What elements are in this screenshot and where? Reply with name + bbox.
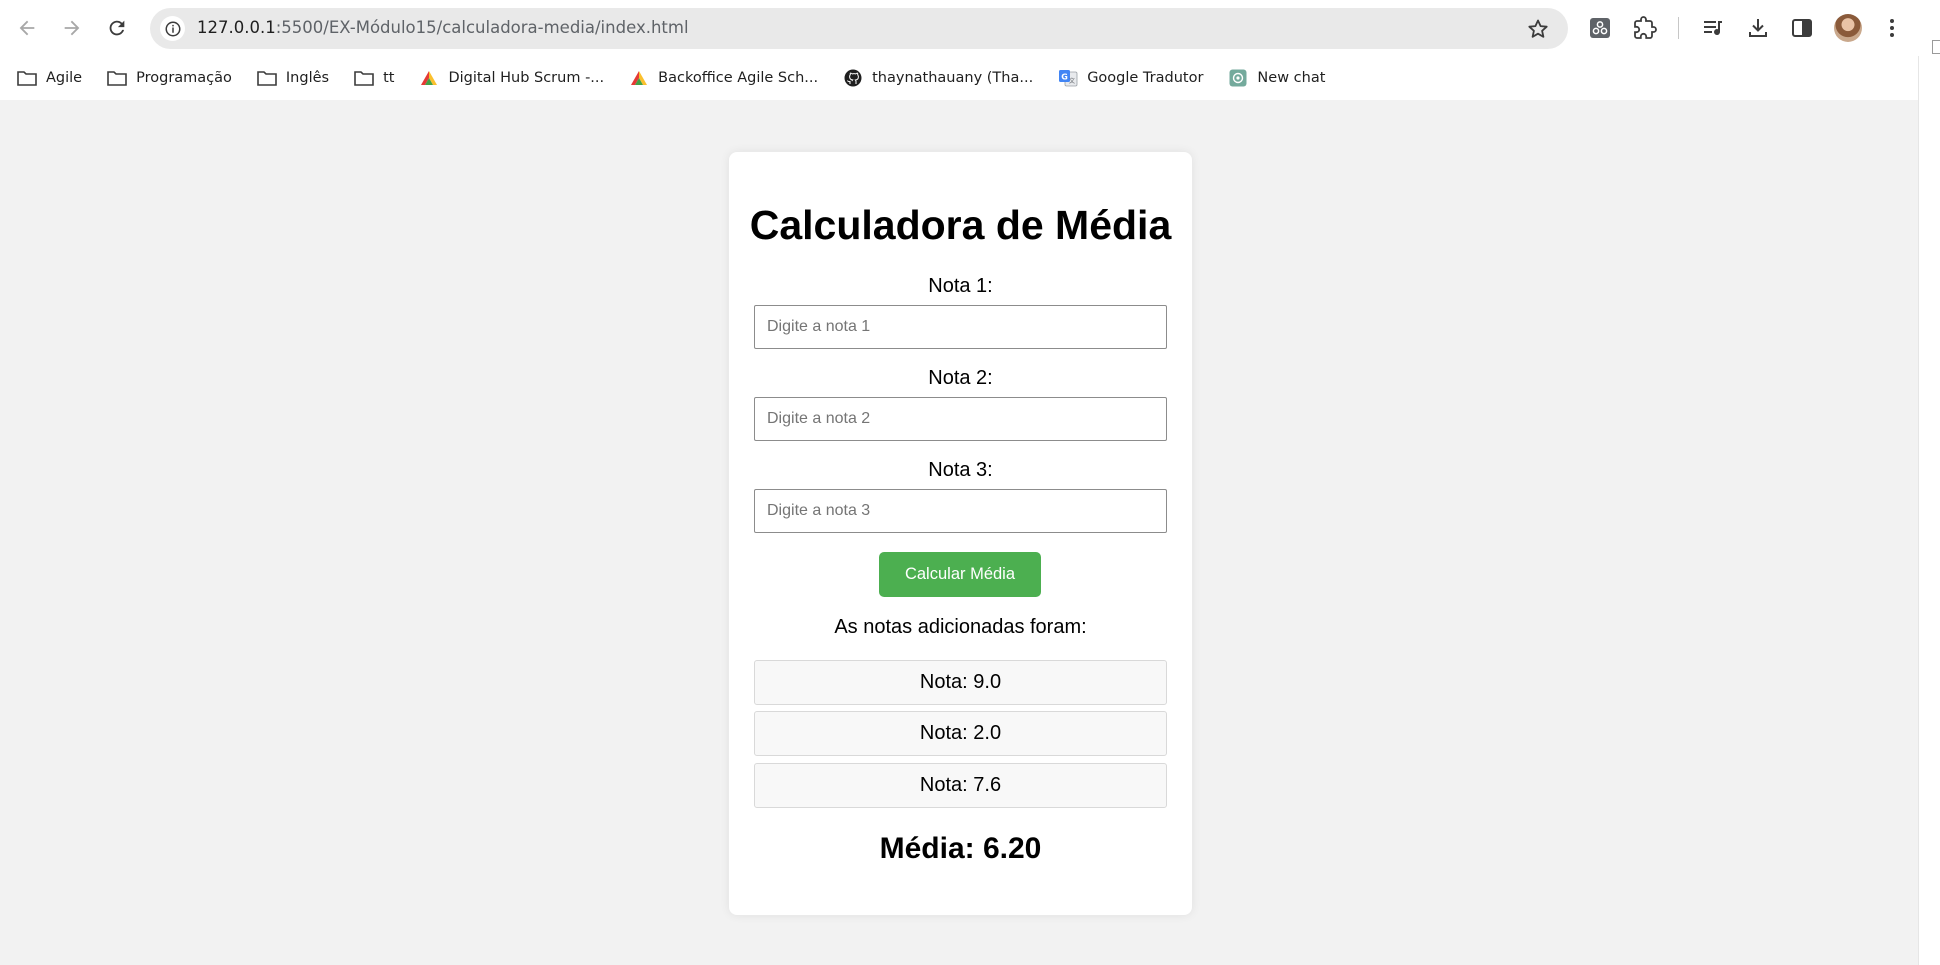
bookmark-github[interactable]: thaynathauany (Tha... bbox=[842, 62, 1043, 94]
nota-2-input[interactable] bbox=[754, 397, 1167, 441]
reload-button[interactable] bbox=[99, 10, 135, 46]
back-button[interactable] bbox=[9, 10, 45, 46]
nota-list-item: Nota: 2.0 bbox=[754, 711, 1167, 756]
notas-heading: As notas adicionadas foram: bbox=[834, 616, 1087, 638]
bookmark-label: Digital Hub Scrum -... bbox=[448, 70, 605, 86]
bookmark-star-icon[interactable] bbox=[1526, 17, 1550, 41]
profile-avatar[interactable] bbox=[1834, 14, 1862, 42]
page-title: Calculadora de Média bbox=[749, 202, 1172, 248]
nota-list-item: Nota: 9.0 bbox=[754, 660, 1167, 705]
more-menu-icon[interactable] bbox=[1878, 14, 1906, 42]
folder-icon bbox=[353, 68, 375, 88]
address-bar[interactable]: 127.0.0.1:5500/EX-Módulo15/calculadora-m… bbox=[150, 8, 1568, 49]
reload-icon bbox=[109, 20, 125, 36]
bookmark-label: Inglês bbox=[285, 70, 330, 86]
bookmark-google-tradutor[interactable]: G文 Google Tradutor bbox=[1057, 62, 1213, 94]
bookmark-label: Agile bbox=[46, 70, 83, 86]
agile-logo-icon bbox=[418, 68, 440, 88]
page-scrollbar[interactable] bbox=[1918, 56, 1940, 965]
svg-text:文: 文 bbox=[1069, 77, 1075, 85]
bookmark-label: tt bbox=[383, 70, 395, 86]
calculator-card: Calculadora de Média Nota 1: Nota 2: Not… bbox=[729, 152, 1192, 915]
bookmark-label: New chat bbox=[1257, 70, 1326, 86]
folder-icon bbox=[256, 68, 278, 88]
nota-1-input[interactable] bbox=[754, 305, 1167, 349]
url-path: :5500/EX-Módulo15/calculadora-media/inde… bbox=[275, 18, 689, 37]
media-result: Média: 6.20 bbox=[879, 832, 1042, 865]
side-panel-icon[interactable] bbox=[1788, 14, 1816, 42]
extension-puzzle-shape-icon[interactable] bbox=[1586, 14, 1614, 42]
svg-text:G: G bbox=[1061, 73, 1068, 82]
nota-3-input[interactable] bbox=[754, 489, 1167, 533]
toolbar-divider bbox=[1678, 17, 1679, 39]
chatgpt-icon bbox=[1227, 68, 1249, 88]
download-icon[interactable] bbox=[1744, 14, 1772, 42]
agile-logo-icon bbox=[628, 68, 650, 88]
nota-list-item: Nota: 7.6 bbox=[754, 763, 1167, 808]
bookmarks-bar: Agile Programação Inglês tt Digital Hub … bbox=[0, 56, 1918, 100]
bookmark-label: thaynathauany (Tha... bbox=[872, 70, 1034, 86]
bookmark-agile[interactable]: Agile bbox=[16, 62, 92, 94]
bookmark-ingles[interactable]: Inglês bbox=[256, 62, 339, 94]
calcular-media-button[interactable]: Calcular Média bbox=[879, 552, 1041, 597]
arrow-left-icon bbox=[19, 20, 35, 36]
nota-3-label: Nota 3: bbox=[928, 459, 993, 481]
page-viewport: Calculadora de Média Nota 1: Nota 2: Not… bbox=[0, 100, 1918, 965]
bookmark-new-chat[interactable]: New chat bbox=[1227, 62, 1335, 94]
nota-2-label: Nota 2: bbox=[928, 367, 993, 389]
bookmark-tt[interactable]: tt bbox=[353, 62, 404, 94]
url-host: 127.0.0.1 bbox=[197, 18, 276, 37]
extensions-icon[interactable] bbox=[1631, 14, 1659, 42]
bookmark-label: Programação bbox=[136, 70, 232, 86]
arrow-right-icon bbox=[64, 20, 80, 36]
bookmark-programacao[interactable]: Programação bbox=[106, 62, 242, 94]
forward-button[interactable] bbox=[54, 10, 90, 46]
url-text[interactable]: 127.0.0.1:5500/EX-Módulo15/calculadora-m… bbox=[197, 18, 689, 37]
bookmark-digital-hub-scrum[interactable]: Digital Hub Scrum -... bbox=[418, 62, 614, 94]
bookmark-label: Backoffice Agile Sch... bbox=[658, 70, 819, 86]
google-translate-icon: G文 bbox=[1057, 68, 1079, 88]
bookmark-backoffice-agile[interactable]: Backoffice Agile Sch... bbox=[628, 62, 828, 94]
site-info-icon[interactable] bbox=[160, 16, 185, 41]
github-icon bbox=[842, 68, 864, 88]
bookmark-label: Google Tradutor bbox=[1087, 70, 1204, 86]
folder-icon bbox=[106, 68, 128, 88]
media-controls-icon[interactable] bbox=[1699, 14, 1727, 42]
folder-icon bbox=[16, 68, 38, 88]
window-edge-mark bbox=[1932, 40, 1940, 54]
browser-toolbar: 127.0.0.1:5500/EX-Módulo15/calculadora-m… bbox=[0, 0, 1940, 56]
nota-1-label: Nota 1: bbox=[928, 275, 993, 297]
